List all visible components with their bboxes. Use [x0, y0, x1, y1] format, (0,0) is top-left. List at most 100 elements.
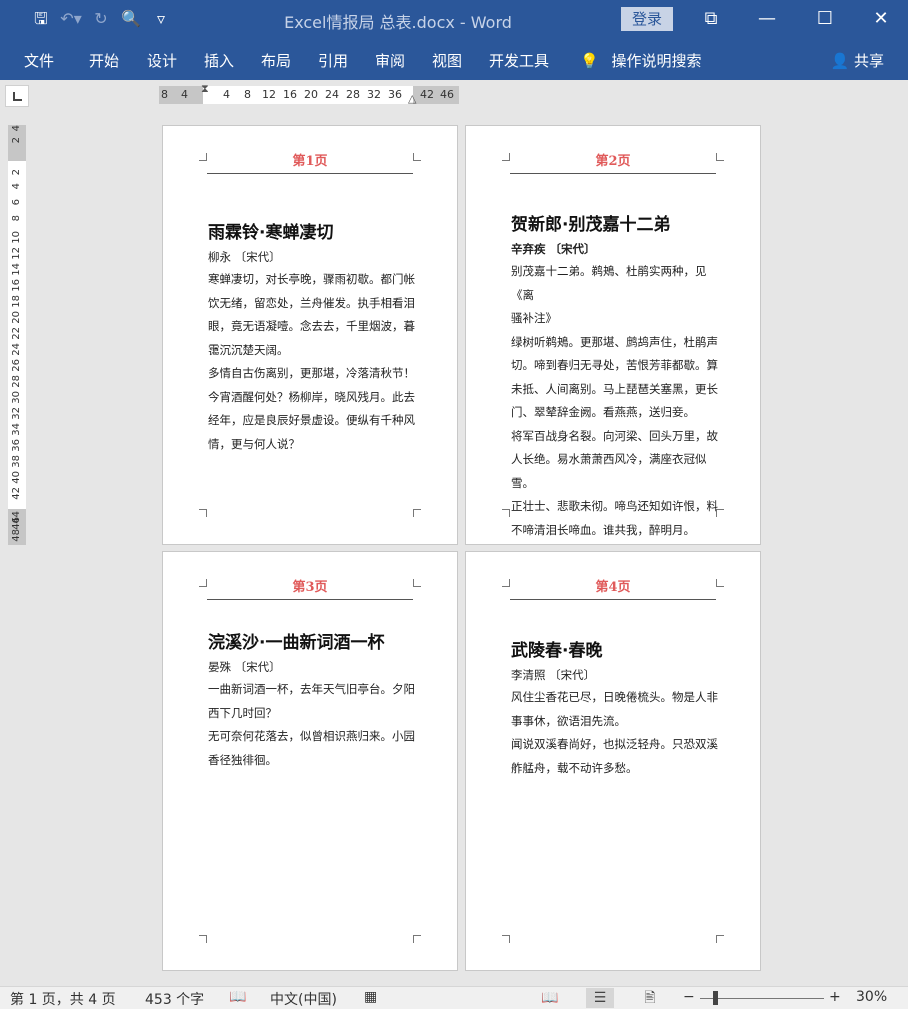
minimize-icon[interactable]: —	[752, 6, 782, 32]
proofing-icon[interactable]: 📖	[229, 989, 246, 1005]
poem-body: 风住尘香花已尽，日晚倦梳头。物是人非 事事休，欲语泪先流。闻说双溪春尚好，也拟泛轻…	[511, 686, 718, 780]
ruler-tick: 4	[223, 88, 230, 101]
ruler-tick: 4	[181, 88, 188, 101]
tab-developer[interactable]: 开发工具	[489, 50, 549, 71]
page-count[interactable]: 第 1 页，共 4 页	[10, 989, 116, 1009]
page-header: 第2页	[595, 154, 631, 169]
ruler-tick: 14	[11, 263, 22, 276]
poem-line: 将军百战身名裂。向河梁、回头万里，故	[511, 428, 718, 443]
ruler-tick: 24	[11, 343, 22, 356]
lightbulb-icon: 💡	[580, 52, 599, 70]
horizontal-ruler[interactable]: 8 4 ⧗ 4 8 12 16 20 24 28 32 36 △ 42 46	[159, 82, 459, 105]
ruler-tick: 36	[388, 88, 402, 101]
ruler-tick: 38	[11, 455, 22, 468]
tell-me-search[interactable]: 💡 操作说明搜索	[580, 50, 701, 71]
poem-line: 霭沉沉楚天阔。	[208, 342, 289, 357]
ruler-tick: 28	[11, 375, 22, 388]
zoom-slider[interactable]	[700, 998, 824, 999]
poem-author: 晏殊 〔宋代〕	[208, 660, 281, 674]
ruler-tick: 48	[11, 529, 22, 542]
tab-review[interactable]: 审阅	[375, 50, 405, 71]
zoom-out-button[interactable]: −	[683, 989, 695, 1005]
indent-marker[interactable]: ⧗	[201, 82, 209, 96]
poem-title: 浣溪沙·一曲新词酒一杯	[208, 633, 385, 653]
ruler-tick: 8	[244, 88, 251, 101]
tab-file[interactable]: 文件	[24, 50, 54, 71]
ruler-tick: 28	[346, 88, 360, 101]
page-3[interactable]: 第3页 浣溪沙·一曲新词酒一杯 晏殊 〔宋代〕 一曲新词酒一杯，去年天气旧亭台。…	[162, 551, 458, 971]
ribbon-tabs: 文件 开始 设计 插入 布局 引用 审阅 视图 开发工具 💡 操作说明搜索 👤 …	[0, 38, 908, 80]
page-header: 第4页	[595, 580, 631, 595]
poem-line: 人长绝。易水萧萧西风冷，满座衣冠似雪。	[511, 452, 707, 490]
web-layout-icon[interactable]: 🖹	[636, 988, 664, 1008]
ruler-tick: 6	[11, 199, 22, 206]
right-indent-marker[interactable]: △	[408, 92, 416, 105]
ruler-tick: 36	[11, 439, 22, 452]
ruler-tick: 24	[325, 88, 339, 101]
ruler-tick: 20	[304, 88, 318, 101]
poem-line: 不啼清泪长啼血。谁共我，醉明月。	[511, 522, 695, 537]
tab-layout[interactable]: 布局	[261, 50, 291, 71]
tell-me-label: 操作说明搜索	[611, 52, 702, 70]
ribbon-display-icon[interactable]: ⧉	[696, 6, 726, 32]
ruler-tick: 30	[11, 391, 22, 404]
zoom-slider-thumb[interactable]	[713, 991, 718, 1005]
poem-body: 一曲新词酒一杯，去年天气旧亭台。夕阳 西下几时回？ 无可奈何花落去，似曾相识燕归来。…	[208, 678, 415, 772]
tab-insert[interactable]: 插入	[204, 50, 234, 71]
ruler-tick: 32	[11, 407, 22, 420]
poem-title: 贺新郎·别茂嘉十二弟	[511, 215, 671, 235]
poem-line: 寒蝉凄切，对长亭晚，骤雨初歇。都门帐	[208, 272, 415, 286]
ruler-tick: 32	[367, 88, 381, 101]
poem-line: 风住尘香花已尽，日晚倦梳头。物是人非	[511, 690, 718, 704]
poem-line: 西下几时回？	[208, 705, 277, 720]
ruler-tick: 16	[283, 88, 297, 101]
page-header: 第1页	[292, 154, 328, 169]
page-1[interactable]: 第1页 雨霖铃·寒蝉凄切 柳永 〔宋代〕 寒蝉凄切，对长亭晚，骤雨初歇。都门帐饮…	[162, 125, 458, 545]
poem-line: 无可奈何花落去，似曾相识燕归来。小园	[208, 729, 415, 743]
tab-selector[interactable]	[5, 85, 29, 107]
ruler-tick: 42	[420, 88, 434, 101]
ruler-tick: 22	[11, 327, 22, 340]
poem-line: 情，更与何人说？	[208, 436, 300, 451]
poem-line: 事事休，欲语泪先流。	[511, 713, 626, 728]
language[interactable]: 中文(中国)	[270, 989, 337, 1009]
close-icon[interactable]: ✕	[866, 6, 896, 32]
poem-body: 别茂嘉十二弟。鹈鴂、杜鹃实两种，见《离 骚补注》 绿树听鹈鴂。更那堪、鹧鸪声住，杜鹃…	[511, 260, 718, 542]
maximize-icon[interactable]: ☐	[810, 6, 840, 32]
tab-references[interactable]: 引用	[318, 50, 348, 71]
poem-author: 辛弃疾 〔宋代〕	[511, 242, 596, 256]
ruler-tick: 10	[11, 231, 22, 244]
poem-body: 寒蝉凄切，对长亭晚，骤雨初歇。都门帐 饮无绪，留恋处，兰舟催发。执手相看泪 眼，竟无…	[208, 268, 415, 456]
tab-home[interactable]: 开始	[89, 50, 119, 71]
macro-icon[interactable]: ▦	[364, 989, 377, 1005]
print-layout-icon[interactable]: ☰	[586, 988, 614, 1008]
page-2[interactable]: 第2页 贺新郎·别茂嘉十二弟 辛弃疾 〔宋代〕 别茂嘉十二弟。鹈鴂、杜鹃实两种，…	[465, 125, 761, 545]
page-4[interactable]: 第4页 武陵春·春晚 李清照 〔宋代〕 风住尘香花已尽，日晚倦梳头。物是人非 事事…	[465, 551, 761, 971]
word-count[interactable]: 453 个字	[145, 989, 204, 1009]
poem-line: 经年，应是良辰好景虚设。便纵有千种风	[208, 413, 415, 427]
read-mode-icon[interactable]: 📖	[536, 988, 564, 1008]
status-bar: 第 1 页，共 4 页 453 个字 📖 中文(中国) ▦ 📖 ☰ 🖹 − + …	[0, 986, 908, 1009]
ruler-tick: 2	[11, 137, 22, 144]
poem-author: 柳永 〔宋代〕	[208, 250, 281, 264]
tab-design[interactable]: 设计	[147, 50, 177, 71]
ruler-tick: 16	[11, 279, 22, 292]
zoom-in-button[interactable]: +	[829, 989, 841, 1005]
ruler-tick: 18	[11, 295, 22, 308]
login-button[interactable]: 登录	[621, 7, 673, 31]
title-bar: 🖫 ↶▾ ↻ 🔍 ▿ Excel情报局 总表.docx - Word 登录 ⧉ …	[0, 0, 908, 38]
ruler-tick: 12	[11, 247, 22, 260]
poem-title: 武陵春·春晚	[511, 641, 603, 661]
share-button[interactable]: 👤 共享	[831, 50, 884, 71]
vertical-ruler[interactable]: 4 2 2 4 6 8 10 12 14 16 18 20 22 24 26 28 30 32 34 36 38 40 42…	[8, 125, 26, 545]
zoom-level[interactable]: 30%	[856, 989, 887, 1005]
poem-line: 今宵酒醒何处？杨柳岸，晓风残月。此去	[208, 389, 415, 404]
poem-line: 眼，竟无语凝噎。念去去，千里烟波，暮	[208, 319, 415, 333]
page-header: 第3页	[292, 580, 328, 595]
tab-view[interactable]: 视图	[432, 50, 462, 71]
ruler-tick: 8	[161, 88, 168, 101]
poem-author: 李清照 〔宋代〕	[511, 668, 596, 682]
poem-line: 未抵、人间离别。马上琵琶关塞黑，更长	[511, 381, 718, 396]
poem-line: 闻说双溪春尚好，也拟泛轻舟。只恐双溪	[511, 737, 718, 751]
ruler-tick: 42	[11, 487, 22, 500]
